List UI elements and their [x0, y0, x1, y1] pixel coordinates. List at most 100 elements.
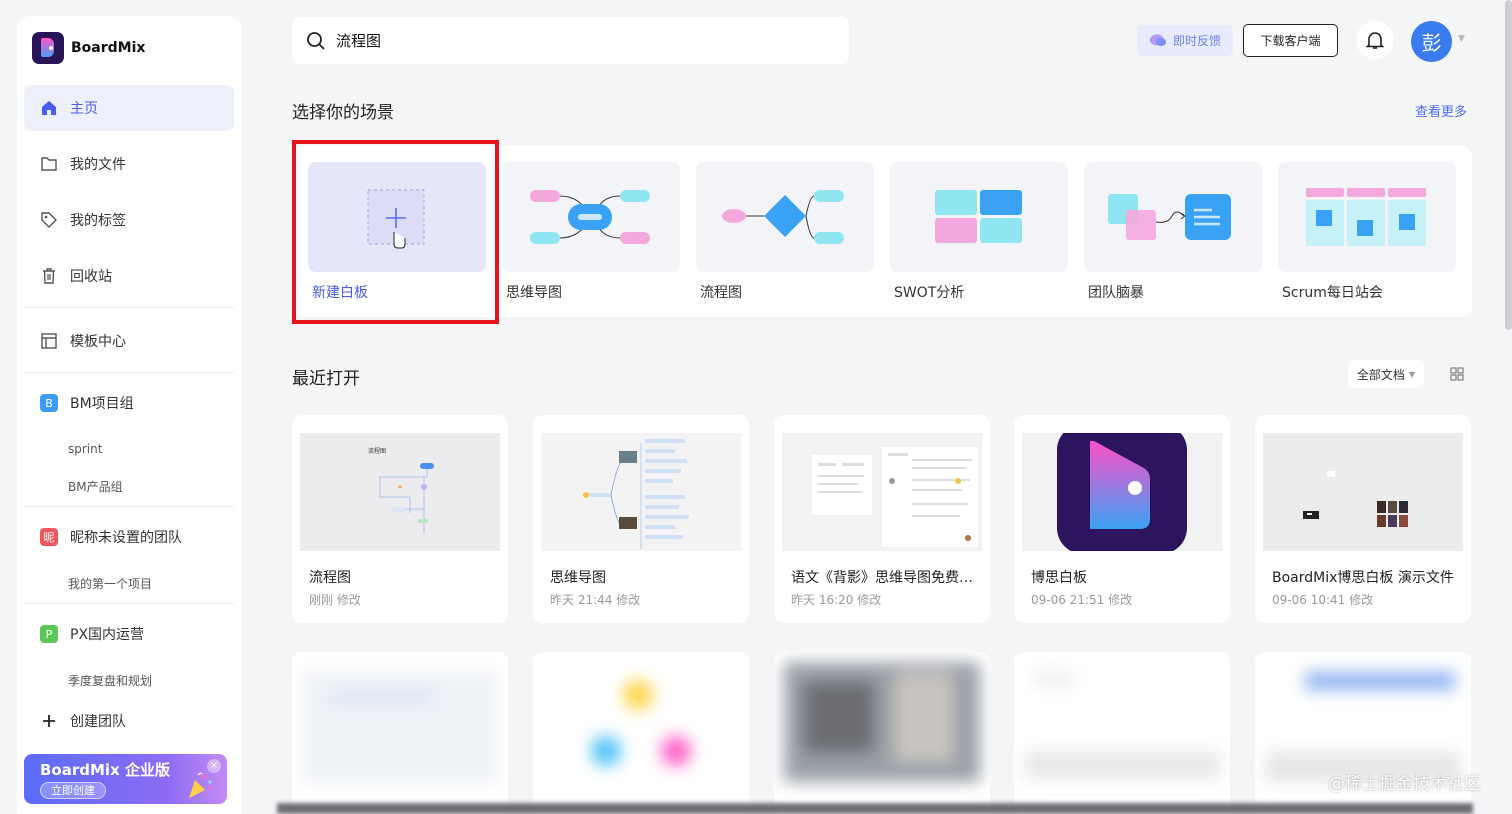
tag-icon	[40, 211, 58, 229]
sidebar-item-label: 模板中心	[70, 334, 126, 350]
team-badge: 昵	[40, 528, 58, 546]
see-more-link[interactable]: 查看更多	[1415, 101, 1467, 120]
team-unnamed[interactable]: 昵 昵称未设置的团队	[24, 514, 234, 560]
chat-bubble-icon	[1149, 34, 1166, 46]
promo-title: BoardMix 企业版	[40, 761, 170, 779]
grid-icon	[1450, 367, 1464, 381]
recent-card-blurred[interactable]	[292, 652, 508, 814]
page-scrollbar[interactable]	[1505, 0, 1512, 330]
chevron-down-icon: ▼	[1408, 369, 1416, 379]
divider	[24, 307, 234, 308]
sidebar-item-label: 回收站	[70, 269, 112, 285]
team-bm-project[interactable]: B BM项目组	[24, 380, 234, 426]
card-thumbnail	[1022, 433, 1222, 551]
create-team-button[interactable]: 创建团队	[24, 698, 234, 744]
card-thumbnail: 流程图	[300, 433, 500, 551]
download-client-button[interactable]: 下载客户端	[1243, 24, 1338, 57]
card-title: 思维导图	[550, 570, 606, 586]
boardmix-logo	[32, 32, 64, 64]
card-meta: 昨天 16:20 修改	[791, 593, 882, 607]
scene-label: 思维导图	[506, 285, 562, 301]
search-bar[interactable]	[292, 17, 849, 64]
scene-flowchart[interactable]: 流程图	[696, 162, 874, 302]
card-meta: 09-06 21:51 修改	[1031, 593, 1133, 607]
card-title: BoardMix博思白板 演示文件	[1272, 570, 1454, 586]
scene-thumbnail	[502, 162, 680, 272]
recent-card[interactable]: 流程图 流程图 刚刚 修改	[292, 415, 508, 623]
sidebar-item-trash[interactable]: 回收站	[24, 253, 234, 299]
team-px-operations[interactable]: P PX国内运营	[24, 611, 234, 657]
sidebar-item-templates[interactable]: 模板中心	[24, 318, 234, 364]
chevron-down-icon[interactable]: ▼	[1458, 34, 1465, 44]
enterprise-promo-banner[interactable]: BoardMix 企业版 立即创建 ×	[24, 754, 227, 804]
scene-label: SWOT分析	[894, 285, 965, 301]
template-icon	[40, 332, 58, 350]
brand[interactable]: BoardMix	[32, 32, 145, 64]
scene-scrum-standup[interactable]: Scrum每日站会	[1278, 162, 1456, 302]
bell-icon	[1366, 32, 1384, 49]
card-title: 博思白板	[1031, 570, 1087, 586]
plus-icon	[40, 712, 58, 730]
recent-title: 最近打开	[292, 369, 360, 389]
search-input[interactable]	[336, 31, 816, 50]
sidebar-item-label: 我的文件	[70, 157, 126, 173]
search-icon	[307, 31, 325, 50]
divider	[24, 506, 234, 507]
recent-card[interactable]: 博思白板 09-06 21:51 修改	[1014, 415, 1230, 623]
create-team-label: 创建团队	[70, 714, 126, 730]
sidebar-item-label: 主页	[70, 101, 98, 117]
avatar[interactable]: 彭	[1411, 21, 1452, 62]
divider	[24, 372, 234, 373]
thumb-title: 流程图	[368, 447, 386, 455]
trash-icon	[40, 267, 58, 285]
card-meta: 刚刚 修改	[309, 593, 361, 607]
grid-view-button[interactable]	[1444, 362, 1470, 386]
promo-create-button[interactable]: 立即创建	[40, 782, 106, 799]
party-popper-icon	[189, 772, 213, 798]
recent-card-blurred[interactable]	[533, 652, 749, 814]
team-name: PX国内运营	[70, 627, 145, 643]
recent-card[interactable]: 思维导图 昨天 21:44 修改	[533, 415, 749, 623]
scene-label: 流程图	[700, 285, 742, 301]
card-meta: 昨天 21:44 修改	[550, 593, 641, 607]
project-item[interactable]: sprint	[68, 442, 102, 456]
card-title: 流程图	[309, 570, 351, 586]
recent-card[interactable]: 语文《背影》思维导图免费… 昨天 16:20 修改	[774, 415, 990, 623]
project-item[interactable]: 我的第一个项目	[68, 575, 152, 592]
highlight-annotation-box	[292, 140, 499, 324]
project-item[interactable]: 季度复盘和规划	[68, 672, 152, 689]
filter-label: 全部文档	[1356, 367, 1405, 382]
doc-filter-dropdown[interactable]: 全部文档 ▼	[1348, 360, 1424, 388]
team-badge: P	[40, 625, 58, 643]
divider	[24, 603, 234, 604]
scene-brainstorm[interactable]: 团队脑暴	[1084, 162, 1262, 302]
card-thumbnail	[541, 433, 741, 551]
recent-card[interactable]: BoardMix博思白板 演示文件 09-06 10:41 修改	[1255, 415, 1471, 623]
team-name: BM项目组	[70, 396, 134, 412]
sidebar: BoardMix 主页 我的文件 我的标签 回收站 模板中心 B BM项目组 s…	[17, 16, 242, 814]
bottom-bar	[277, 803, 1473, 814]
feedback-button[interactable]: 即时反馈	[1137, 25, 1233, 56]
scene-thumbnail	[696, 162, 874, 272]
scene-thumbnail	[890, 162, 1068, 272]
recent-card-blurred[interactable]	[1014, 652, 1230, 814]
scene-swot[interactable]: SWOT分析	[890, 162, 1068, 302]
sidebar-item-home[interactable]: 主页	[24, 85, 234, 131]
card-thumbnail	[1263, 433, 1463, 551]
notifications-button[interactable]	[1356, 21, 1394, 59]
card-thumbnail	[782, 433, 982, 551]
project-item[interactable]: BM产品组	[68, 478, 123, 495]
card-title: 语文《背影》思维导图免费…	[791, 570, 973, 586]
scene-mind-map[interactable]: 思维导图	[502, 162, 680, 302]
scene-label: 团队脑暴	[1088, 285, 1144, 301]
scene-label: Scrum每日站会	[1282, 285, 1383, 301]
sidebar-item-my-tags[interactable]: 我的标签	[24, 197, 234, 243]
scene-thumbnail	[1278, 162, 1456, 272]
sidebar-item-my-files[interactable]: 我的文件	[24, 141, 234, 187]
boardmix-logo	[1057, 433, 1187, 551]
sidebar-item-label: 我的标签	[70, 213, 126, 229]
recent-card-blurred[interactable]	[774, 652, 990, 814]
watermark: @稀土掘金技术社区	[1328, 774, 1481, 794]
brand-name: BoardMix	[71, 40, 146, 56]
scene-thumbnail	[1084, 162, 1262, 272]
